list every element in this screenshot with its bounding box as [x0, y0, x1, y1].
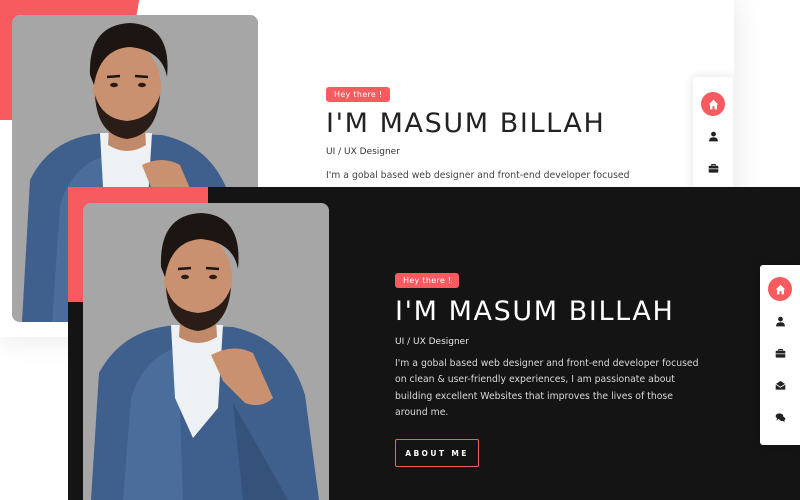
user-icon	[775, 316, 785, 326]
chat-icon	[775, 412, 785, 422]
home-icon	[708, 99, 718, 109]
briefcase-icon	[775, 348, 785, 358]
dark-theme-preview: Hey there ! I'M MASUM BILLAH UI / UX Des…	[68, 187, 800, 500]
side-navigation	[760, 265, 800, 445]
nav-portfolio[interactable]	[701, 156, 725, 180]
hero-role: UI / UX Designer	[395, 337, 469, 347]
about-me-button[interactable]: ABOUT ME	[395, 439, 479, 468]
profile-photo	[83, 203, 329, 500]
greeting-badge: Hey there !	[326, 87, 391, 102]
nav-portfolio[interactable]	[768, 341, 792, 365]
side-navigation-light	[693, 77, 733, 197]
hero-description: I'm a gobal based web designer and front…	[395, 358, 699, 418]
nav-about[interactable]	[768, 309, 792, 333]
user-icon	[708, 131, 718, 141]
envelope-icon	[774, 380, 786, 390]
hero-role: UI / UX Designer	[326, 147, 400, 157]
nav-home[interactable]	[768, 277, 792, 301]
home-icon	[775, 284, 785, 294]
nav-home[interactable]	[701, 92, 725, 116]
hero-name: I'M MASUM BILLAH	[326, 108, 606, 139]
nav-chat[interactable]	[768, 405, 792, 429]
nav-contact[interactable]	[768, 373, 792, 397]
briefcase-icon	[708, 163, 718, 173]
hero-text: Hey there ! I'M MASUM BILLAH UI / UX Des…	[395, 268, 725, 468]
hero-name: I'M MASUM BILLAH	[395, 296, 675, 327]
greeting-badge: Hey there !	[395, 273, 460, 288]
nav-about[interactable]	[701, 124, 725, 148]
